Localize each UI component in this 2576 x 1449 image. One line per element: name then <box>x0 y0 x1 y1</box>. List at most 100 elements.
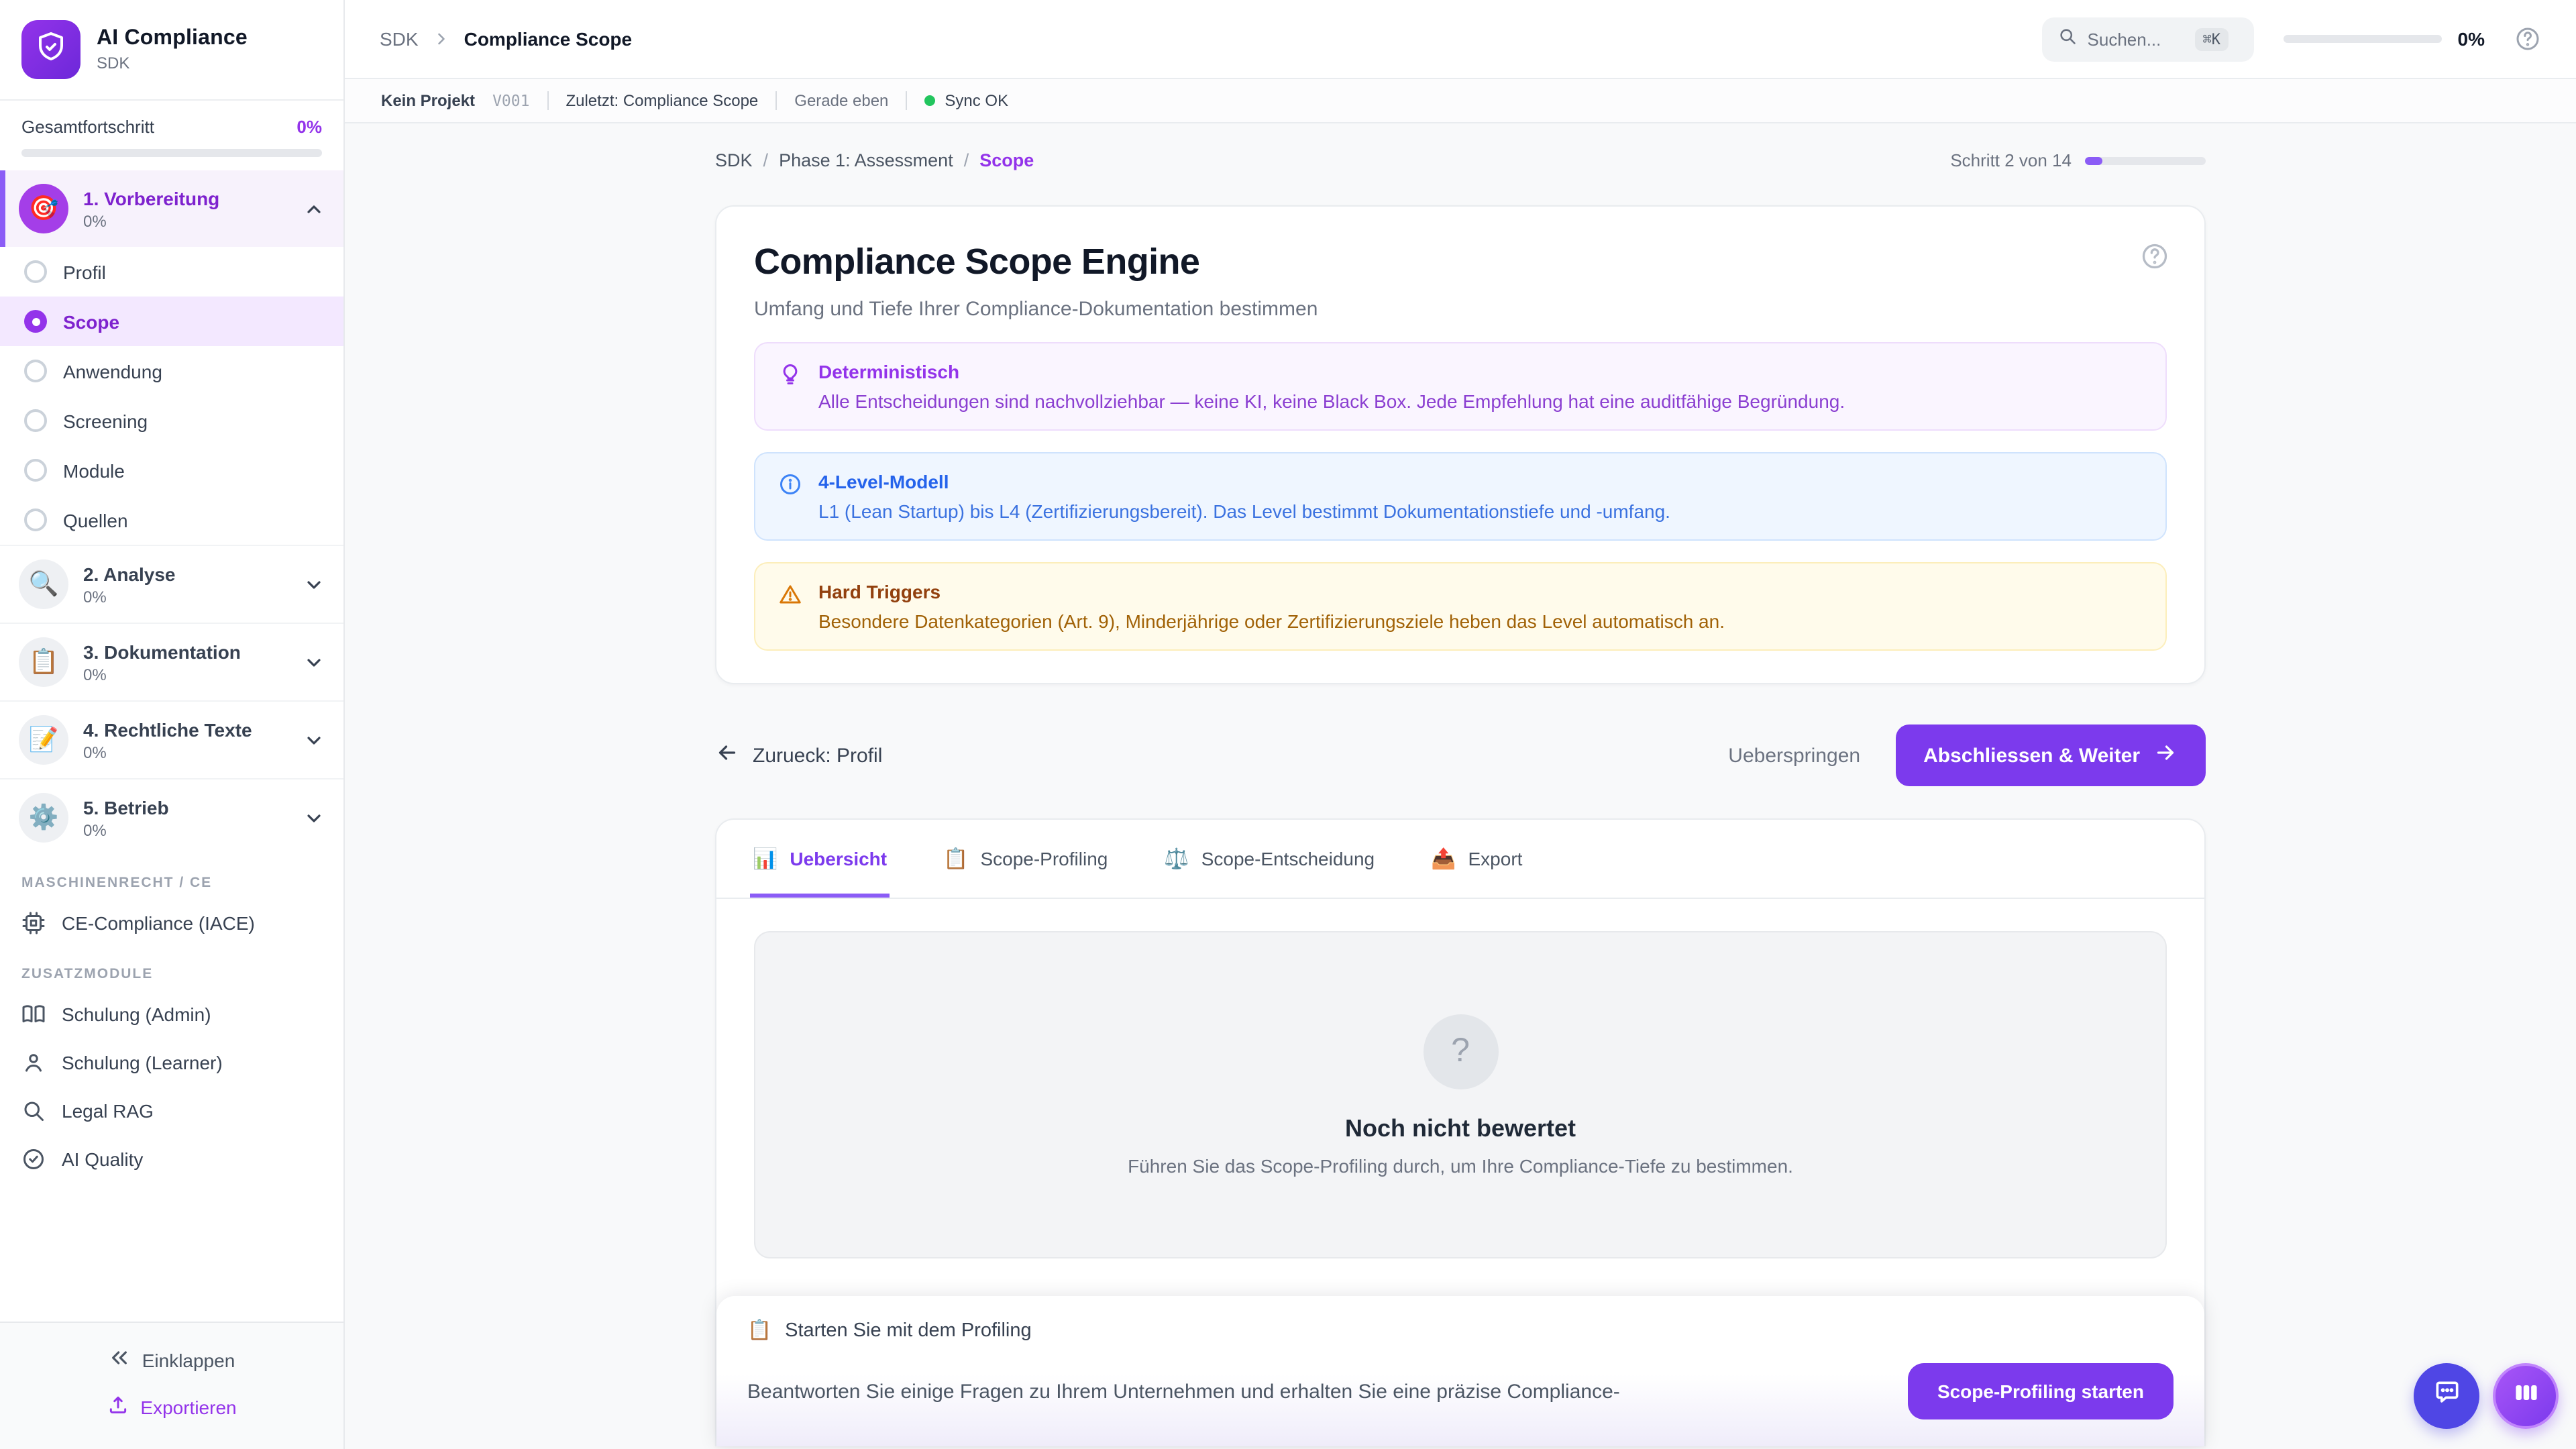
search-box[interactable]: ⌘K <box>2042 17 2254 61</box>
info-box-title: Hard Triggers <box>818 581 1725 602</box>
sidebar-step-anwendung[interactable]: Anwendung <box>0 346 343 396</box>
tab-export[interactable]: 📤 Export <box>1428 820 1525 898</box>
tab-label: Scope-Entscheidung <box>1201 848 1375 869</box>
sidebar-step-quellen[interactable]: Quellen <box>0 495 343 545</box>
crumb-current: Scope <box>979 150 1034 170</box>
crumb-root[interactable]: SDK <box>715 150 753 170</box>
radio-icon <box>24 508 47 531</box>
info-box-deterministisch: Deterministisch Alle Entscheidungen sind… <box>754 342 2167 431</box>
upload-icon <box>107 1394 128 1419</box>
sync-status: Sync OK <box>945 91 1008 110</box>
header-progress-bar <box>2284 35 2442 43</box>
main-area: SDK Compliance Scope ⌘K 0% <box>345 0 2576 1449</box>
sidebar-item-schulung-admin[interactable]: Schulung (Admin) <box>0 990 343 1038</box>
info-box-text: Alle Entscheidungen sind nachvollziehbar… <box>818 390 1845 412</box>
clipboard-icon: 📋 <box>943 847 968 871</box>
step-label: Profil <box>63 261 106 282</box>
content-breadcrumb: SDK / Phase 1: Assessment / Scope <box>715 150 1034 170</box>
help-icon[interactable] <box>2514 25 2541 52</box>
cta-title: Starten Sie mit dem Profiling <box>785 1320 1032 1341</box>
chat-fab[interactable] <box>2414 1363 2479 1429</box>
chevron-down-icon <box>303 729 325 751</box>
step-label: Module <box>63 460 125 481</box>
complete-next-button[interactable]: Abschliessen & Weiter <box>1895 724 2206 786</box>
sidebar-phase-rechtliche-texte[interactable]: 📝 4. Rechtliche Texte 0% <box>0 700 343 778</box>
sidebar-phase-analyse[interactable]: 🔍 2. Analyse 0% <box>0 545 343 623</box>
export-button[interactable]: Exportieren <box>0 1383 343 1430</box>
scope-engine-card: Compliance Scope Engine Umfang und Tiefe… <box>715 205 2206 684</box>
sidebar-item-label: CE-Compliance (IACE) <box>62 912 255 934</box>
sidebar-item-label: AI Quality <box>62 1148 143 1170</box>
search-input[interactable] <box>2088 29 2184 49</box>
phase-label: 3. Dokumentation <box>83 641 288 662</box>
sidebar-item-ai-quality[interactable]: AI Quality <box>0 1135 343 1183</box>
sidebar-step-screening[interactable]: Screening <box>0 396 343 445</box>
sidebar-step-module[interactable]: Module <box>0 445 343 495</box>
step-label: Schritt 2 von 14 <box>1950 150 2072 170</box>
breadcrumb: SDK Compliance Scope <box>380 28 632 50</box>
step-label: Scope <box>63 311 119 332</box>
info-circle-icon <box>778 472 802 522</box>
crumb-phase[interactable]: Phase 1: Assessment <box>779 150 953 170</box>
empty-state-title: Noch nicht bewertet <box>1345 1114 1576 1142</box>
help-icon[interactable] <box>2140 241 2169 278</box>
phase-label: 1. Vorbereitung <box>83 187 288 209</box>
scales-icon: ⚖️ <box>1164 847 1189 871</box>
chevron-right-icon <box>432 30 451 48</box>
back-button[interactable]: Zurueck: Profil <box>715 741 882 770</box>
start-profiling-button[interactable]: Scope-Profiling starten <box>1908 1363 2174 1419</box>
header-progress-value: 0% <box>2458 28 2485 50</box>
lightbulb-icon <box>778 362 802 412</box>
phase-pct: 0% <box>83 211 288 230</box>
arrow-right-icon <box>2153 741 2178 770</box>
scope-tabs-card: 📊 Uebersicht 📋 Scope-Profiling ⚖️ Scope-… <box>715 818 2206 1446</box>
phase-pct: 0% <box>83 820 288 839</box>
info-box-title: Deterministisch <box>818 361 1845 382</box>
panels-fab[interactable] <box>2493 1363 2559 1429</box>
app-subtitle: SDK <box>97 54 248 72</box>
project-name: Kein Projekt <box>381 91 475 110</box>
target-icon: 🎯 <box>19 184 68 233</box>
sidebar-step-profil[interactable]: Profil <box>0 247 343 297</box>
columns-icon <box>2511 1378 2540 1414</box>
tab-scope-profiling[interactable]: 📋 Scope-Profiling <box>941 820 1110 898</box>
tab-uebersicht[interactable]: 📊 Uebersicht <box>750 820 890 898</box>
breadcrumb-root[interactable]: SDK <box>380 28 419 50</box>
sidebar-item-ce-compliance[interactable]: CE-Compliance (IACE) <box>0 899 343 947</box>
tab-scope-entscheidung[interactable]: ⚖️ Scope-Entscheidung <box>1161 820 1377 898</box>
content-scroll[interactable]: SDK / Phase 1: Assessment / Scope Schrit… <box>345 123 2576 1449</box>
skip-button[interactable]: Ueberspringen <box>1728 744 1860 767</box>
tab-panel-uebersicht: ? Noch nicht bewertet Führen Sie das Sco… <box>716 899 2204 1446</box>
divider <box>775 91 777 110</box>
tab-label: Uebersicht <box>790 848 887 869</box>
step-label: Quellen <box>63 509 128 531</box>
sidebar-item-legal-rag[interactable]: Legal RAG <box>0 1087 343 1135</box>
tab-bar: 📊 Uebersicht 📋 Scope-Profiling ⚖️ Scope-… <box>716 820 2204 899</box>
cpu-icon <box>21 911 46 935</box>
sidebar-phase-vorbereitung[interactable]: 🎯 1. Vorbereitung 0% <box>0 170 343 247</box>
version-badge: V001 <box>492 91 529 110</box>
magnifier-icon: 🔍 <box>19 559 68 609</box>
sidebar-step-scope[interactable]: Scope <box>0 297 343 346</box>
section-label-zusatzmodule: ZUSATZMODULE <box>0 947 343 990</box>
info-box-text: L1 (Lean Startup) bis L4 (Zertifizierung… <box>818 500 1670 522</box>
chevron-down-icon <box>303 807 325 828</box>
shield-check-icon <box>35 30 67 69</box>
chevron-down-icon <box>303 574 325 595</box>
phase-label: 2. Analyse <box>83 563 288 584</box>
outbox-icon: 📤 <box>1431 847 1456 871</box>
app-title: AI Compliance <box>97 27 248 51</box>
sidebar-phase-dokumentation[interactable]: 📋 3. Dokumentation 0% <box>0 623 343 700</box>
info-box-title: 4-Level-Modell <box>818 471 1670 492</box>
search-icon <box>2058 26 2077 52</box>
collapse-sidebar-button[interactable]: Einklappen <box>0 1336 343 1383</box>
page-title: Compliance Scope Engine <box>754 241 2167 283</box>
sidebar-phase-betrieb[interactable]: ⚙️ 5. Betrieb 0% <box>0 778 343 856</box>
collapse-label: Einklappen <box>142 1349 235 1371</box>
sidebar-item-schulung-learner[interactable]: Schulung (Learner) <box>0 1038 343 1087</box>
info-box-text: Besondere Datenkategorien (Art. 9), Mind… <box>818 610 1725 632</box>
step-progress-bar <box>2085 156 2206 164</box>
overall-progress: Gesamtfortschritt 0% <box>0 101 343 170</box>
sidebar-item-label: Schulung (Learner) <box>62 1052 223 1073</box>
person-icon <box>21 1051 46 1075</box>
